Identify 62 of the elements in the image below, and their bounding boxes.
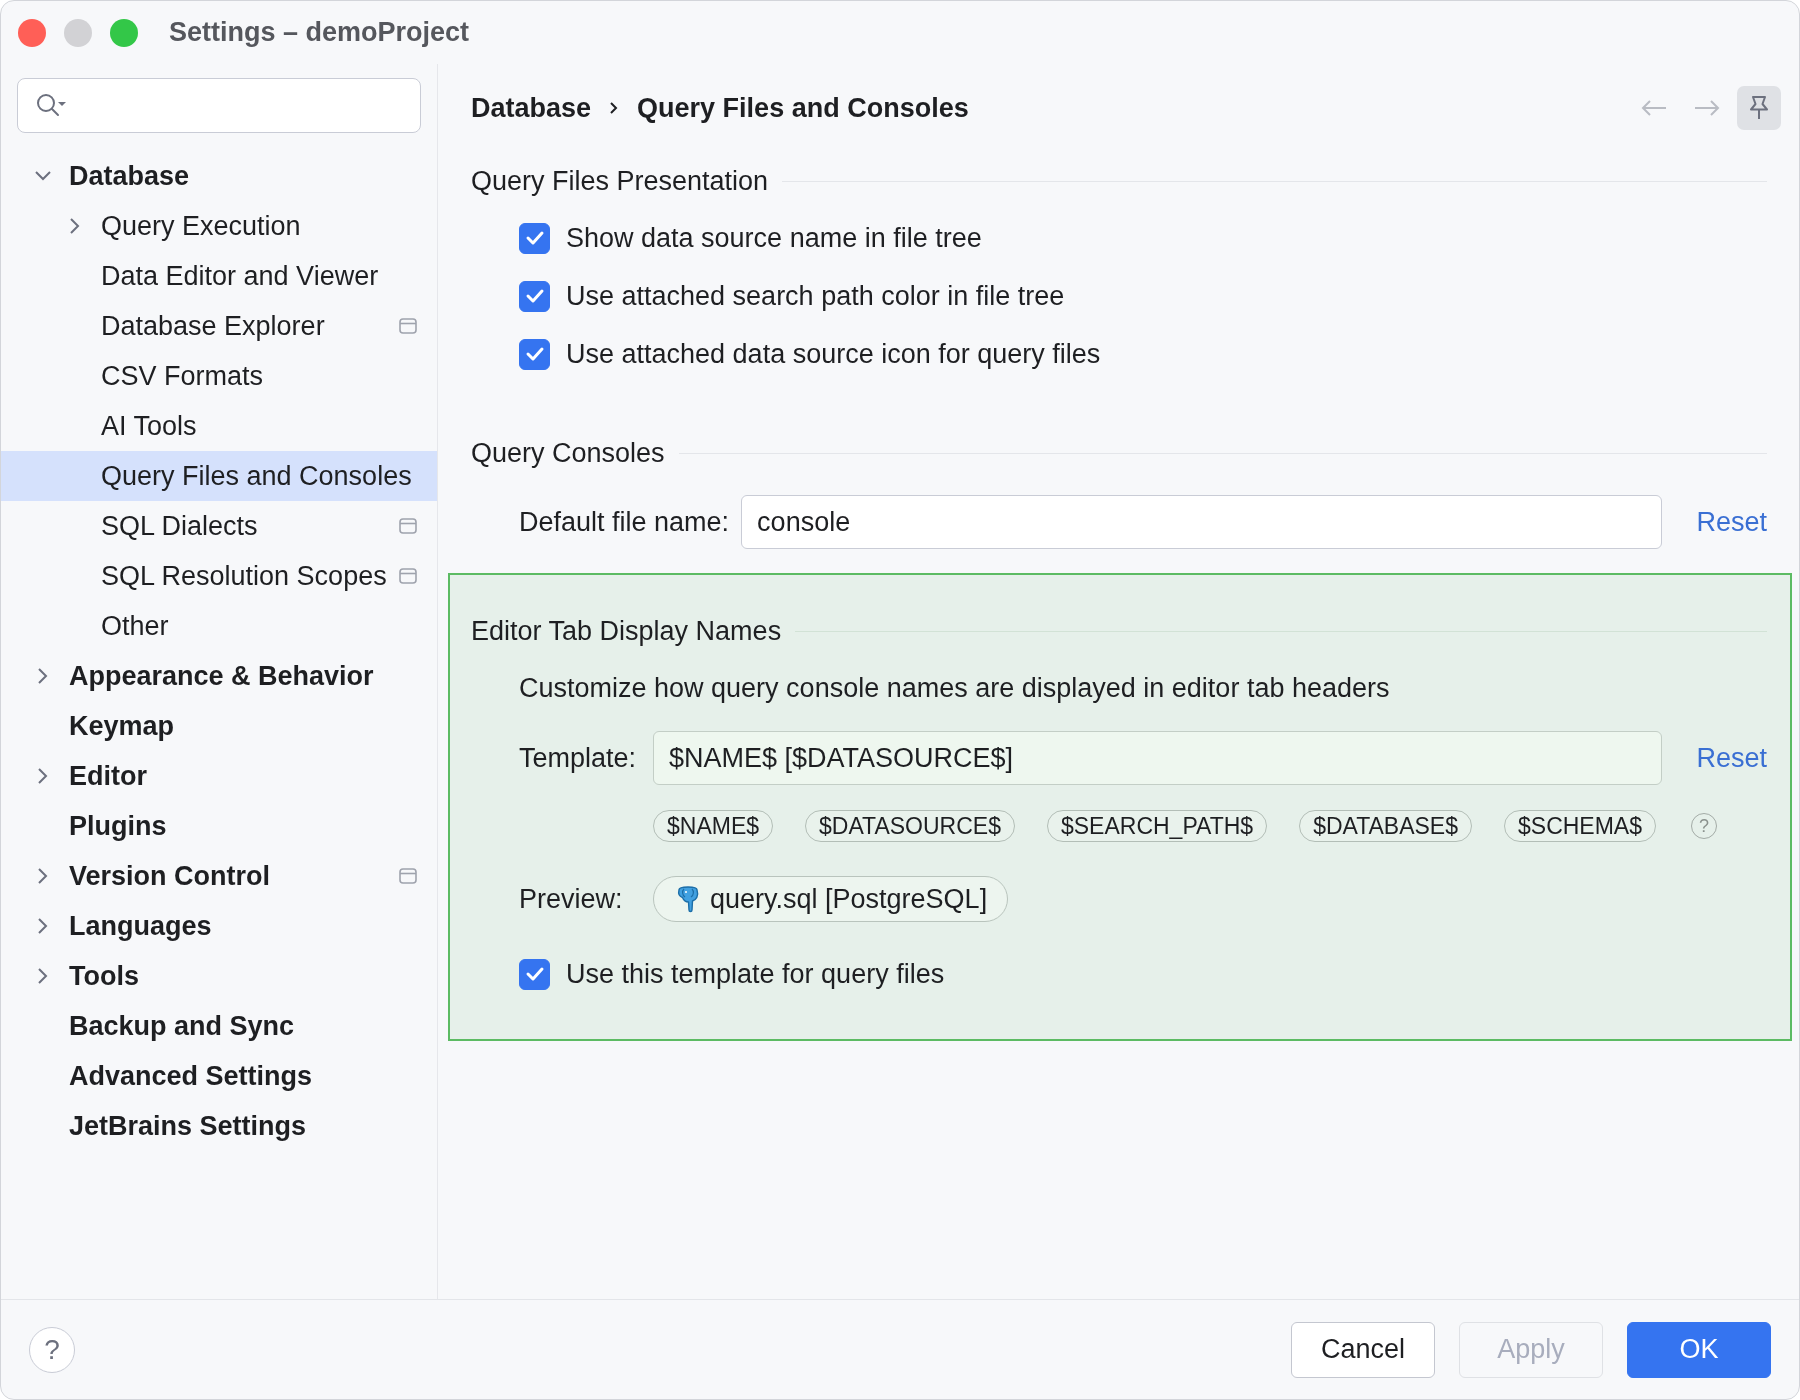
- field-label: Template:: [519, 742, 638, 774]
- tree-item[interactable]: Query Files and Consoles: [1, 451, 437, 501]
- tree-item[interactable]: Database: [1, 151, 437, 201]
- text-field[interactable]: $NAME$ [$DATASOURCE$]: [653, 731, 1663, 785]
- checkbox[interactable]: [519, 338, 550, 370]
- tree-item[interactable]: Appearance & Behavior: [1, 651, 437, 701]
- breadcrumb-item[interactable]: Database: [471, 92, 592, 124]
- reset-link[interactable]: Reset: [1696, 742, 1767, 774]
- tree-item[interactable]: SQL Dialects: [1, 501, 437, 551]
- tree-item[interactable]: Plugins: [1, 801, 437, 851]
- text-field[interactable]: console: [741, 495, 1663, 549]
- tree-item[interactable]: Editor: [1, 751, 437, 801]
- tree-item[interactable]: Tools: [1, 951, 437, 1001]
- variable-chip[interactable]: $DATASOURCE$: [805, 810, 1015, 842]
- tree-item[interactable]: Keymap: [1, 701, 437, 751]
- tree-item[interactable]: Data Editor and Viewer: [1, 251, 437, 301]
- elephant-icon: [676, 885, 700, 913]
- tree-item[interactable]: JetBrains Settings: [1, 1101, 437, 1151]
- variable-chip[interactable]: $SEARCH_PATH$: [1046, 810, 1268, 842]
- field-label: Default file name:: [519, 506, 730, 538]
- checkmark-icon: [524, 346, 545, 362]
- checkbox[interactable]: [519, 958, 550, 990]
- ok-button[interactable]: OK: [1627, 1321, 1771, 1378]
- field-label: Preview:: [519, 883, 624, 915]
- reset-link[interactable]: Reset: [1696, 506, 1767, 538]
- checkbox[interactable]: [519, 280, 550, 312]
- checkbox-label: Use attached data source icon for query files: [566, 338, 1101, 370]
- help-button[interactable]: ?: [29, 1326, 75, 1373]
- tree-item[interactable]: CSV Formats: [1, 351, 437, 401]
- variable-chip[interactable]: $DATABASE$: [1299, 810, 1472, 842]
- preview-text: query.sql [PostgreSQL]: [710, 883, 988, 915]
- checkmark-icon: [524, 230, 545, 246]
- description-text: Customize how query console names are displayed in editor tab headers: [519, 672, 1390, 704]
- checkbox-label: Show data source name in file tree: [566, 222, 982, 254]
- tree-item[interactable]: Database Explorer: [1, 301, 437, 351]
- close-button[interactable]: [18, 18, 46, 47]
- tree-item[interactable]: Backup and Sync: [1, 1001, 437, 1051]
- variable-chip[interactable]: $NAME$: [653, 810, 774, 842]
- tree-item[interactable]: SQL Resolution Scopes: [1, 551, 437, 601]
- checkmark-icon: [524, 288, 545, 304]
- tree-item[interactable]: Query Execution: [1, 201, 437, 251]
- section-title: Query Files Presentation: [471, 165, 769, 197]
- checkbox-label: Use this template for query files: [566, 958, 945, 990]
- variable-chip[interactable]: $SCHEMA$: [1504, 810, 1656, 842]
- zoom-button[interactable]: [110, 18, 138, 47]
- pin-button[interactable]: [1737, 86, 1781, 130]
- tree-item[interactable]: Version Control: [1, 851, 437, 901]
- pin-icon: [1748, 94, 1770, 122]
- section-title: Query Consoles: [471, 437, 665, 469]
- tree-item[interactable]: Advanced Settings: [1, 1051, 437, 1101]
- section-title: Editor Tab Display Names: [471, 615, 782, 647]
- checkmark-icon: [524, 966, 545, 982]
- checkbox[interactable]: [519, 222, 550, 254]
- breadcrumb-item: Query Files and Consoles: [637, 92, 969, 124]
- tree-item[interactable]: AI Tools: [1, 401, 437, 451]
- cancel-button[interactable]: Cancel: [1291, 1321, 1435, 1378]
- window-title: Settings – demoProject: [169, 17, 470, 48]
- search-field[interactable]: [17, 78, 421, 133]
- tree-item[interactable]: Other: [1, 601, 437, 651]
- chevron-right-icon: [609, 101, 620, 115]
- checkbox-label: Use attached search path color in file tree: [566, 280, 1065, 312]
- tree-item[interactable]: Languages: [1, 901, 437, 951]
